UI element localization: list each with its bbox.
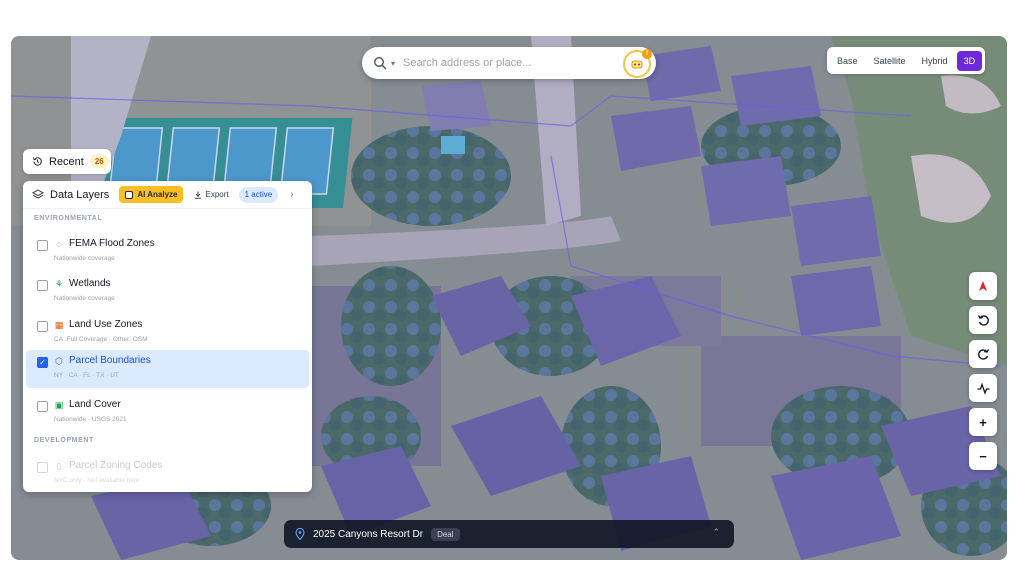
trash-icon: ▯: [56, 461, 62, 471]
search-bar[interactable]: ▾ !: [362, 47, 656, 79]
active-count-badge[interactable]: 1 active: [238, 186, 279, 203]
location-pin-icon: [295, 528, 305, 540]
panel-header: Data Layers AI Analyze Export 1 active ›: [23, 181, 312, 209]
data-layers-panel: Data Layers AI Analyze Export 1 active ›…: [23, 181, 312, 492]
layer-item-land-use-zones[interactable]: ▦ Land Use Zones CA: Full Coverage · Oth…: [23, 314, 306, 352]
grid-icon: ▦: [54, 320, 64, 330]
compass-icon: [979, 281, 987, 291]
zoom-out-button[interactable]: −: [969, 442, 997, 470]
search-input[interactable]: [403, 57, 604, 69]
search-icon: [373, 56, 387, 70]
layer-checkbox-checked[interactable]: ✓: [37, 357, 48, 368]
selected-property-bar[interactable]: 2025 Canyons Resort Dr Deal ⌃: [284, 520, 734, 548]
box-icon: ⬡: [55, 356, 63, 366]
layer-name: Parcel Zoning Codes: [69, 460, 163, 471]
layer-checkbox[interactable]: [37, 280, 48, 291]
rotate-right-icon: [977, 348, 989, 360]
map-type-base[interactable]: Base: [830, 51, 865, 71]
layer-name: Parcel Boundaries: [69, 355, 151, 366]
rotate-right-button[interactable]: [969, 340, 997, 368]
layer-coverage: NYC only · Not available here: [54, 477, 140, 484]
layer-item-wetlands[interactable]: ⚘ Wetlands Nationwide coverage: [23, 273, 306, 311]
history-icon: [33, 157, 42, 166]
zoom-in-icon: +: [979, 414, 987, 430]
map-type-3d[interactable]: 3D: [956, 50, 983, 71]
layer-name: Land Use Zones: [69, 319, 143, 330]
layer-item-parcel-zoning-codes: ▯ Parcel Zoning Codes NYC only · Not ava…: [23, 455, 306, 492]
section-environmental: ENVIRONMENTAL: [34, 215, 103, 222]
flood-icon: ◌: [56, 239, 62, 249]
rotate-left-icon: [977, 314, 989, 326]
layer-item-land-cover[interactable]: ▣ Land Cover Nationwide · USGS 2021: [23, 394, 306, 432]
image-icon: ▣: [54, 400, 64, 410]
recent-label: Recent: [49, 155, 84, 168]
layer-coverage: CA: Full Coverage · Other: OSM: [54, 336, 148, 343]
layer-coverage: Nationwide coverage: [54, 255, 115, 262]
ai-assistant-button[interactable]: !: [623, 49, 652, 78]
deal-tag: Deal: [431, 527, 460, 541]
ai-analyze-label: AI Analyze: [137, 190, 178, 199]
layer-checkbox[interactable]: [37, 321, 48, 332]
layer-checkbox[interactable]: [37, 401, 48, 412]
map-type-satellite[interactable]: Satellite: [867, 51, 913, 71]
ai-analyze-button[interactable]: AI Analyze: [119, 186, 184, 203]
ai-sparkle-icon: [631, 60, 643, 69]
chevron-right-icon[interactable]: ›: [290, 189, 293, 200]
zoom-in-button[interactable]: +: [969, 408, 997, 436]
ai-icon: [125, 190, 134, 199]
layer-name: Land Cover: [69, 399, 121, 410]
compass-button[interactable]: [969, 272, 997, 300]
layer-checkbox[interactable]: [37, 240, 48, 251]
zoom-out-icon: −: [979, 448, 987, 464]
map-type-hybrid[interactable]: Hybrid: [915, 51, 955, 71]
notification-badge: !: [642, 49, 652, 59]
terrain-profile-button[interactable]: [969, 374, 997, 402]
layer-coverage: Nationwide · USGS 2021: [54, 416, 127, 423]
export-button[interactable]: Export: [190, 186, 232, 203]
layer-coverage: Nationwide coverage: [54, 295, 115, 302]
layer-item-parcel-boundaries[interactable]: ✓ ⬡ Parcel Boundaries NY · CA · FL · TX …: [26, 350, 309, 388]
layer-item-fema-flood-zones[interactable]: ◌ FEMA Flood Zones Nationwide coverage: [23, 233, 306, 271]
section-development: DEVELOPMENT: [34, 437, 94, 444]
layers-icon: [32, 188, 44, 199]
map-type-toggle[interactable]: Base Satellite Hybrid 3D: [827, 47, 986, 74]
plant-icon: ⚘: [54, 279, 64, 289]
panel-title: Data Layers: [50, 188, 110, 201]
recent-button[interactable]: Recent 26: [23, 149, 111, 174]
chevron-down-icon[interactable]: ▾: [391, 59, 395, 68]
download-icon: [195, 191, 202, 199]
layer-name: Wetlands: [69, 278, 111, 289]
chevron-up-icon[interactable]: ⌃: [712, 527, 720, 538]
layer-coverage: NY · CA · FL · TX · UT: [54, 372, 119, 379]
export-label: Export: [205, 190, 229, 199]
rotate-left-button[interactable]: [969, 306, 997, 334]
property-address: 2025 Canyons Resort Dr: [313, 528, 424, 540]
layer-name: FEMA Flood Zones: [69, 238, 155, 249]
activity-icon: [977, 381, 989, 395]
layer-checkbox-disabled: [37, 462, 48, 473]
recent-count-badge: 26: [89, 155, 109, 168]
